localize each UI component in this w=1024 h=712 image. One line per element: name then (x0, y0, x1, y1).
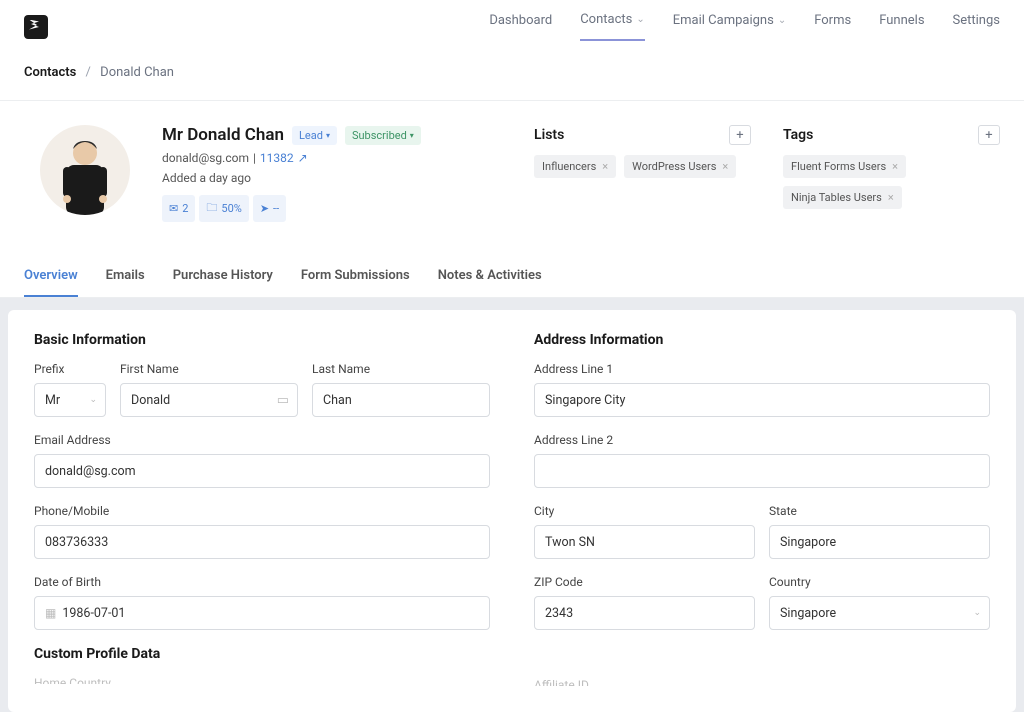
tab-purchase[interactable]: Purchase History (173, 268, 273, 297)
breadcrumb: Contacts / Donald Chan (0, 57, 1024, 101)
chevron-down-icon: ⌄ (778, 15, 786, 26)
chevron-down-icon: ⌄ (89, 395, 97, 405)
breadcrumb-current: Donald Chan (100, 65, 174, 80)
city-input[interactable]: Twon SN (534, 525, 755, 559)
contact-tabs: Overview Emails Purchase History Form Su… (0, 234, 1024, 298)
card-icon: ▭ (277, 393, 289, 408)
lists-title: Lists (534, 127, 564, 143)
list-chip[interactable]: WordPress Users× (624, 155, 736, 178)
caret-down-icon: ▾ (326, 131, 330, 140)
subscribed-badge[interactable]: Subscribed▾ (345, 126, 421, 145)
phone-label: Phone/Mobile (34, 504, 490, 518)
address1-label: Address Line 1 (534, 362, 990, 376)
prefix-label: Prefix (34, 362, 106, 376)
basic-info-title: Basic Information (34, 332, 490, 348)
tab-overview[interactable]: Overview (24, 268, 78, 297)
zip-input[interactable]: 2343 (534, 596, 755, 630)
nav-contacts[interactable]: Contacts ⌄ (580, 12, 645, 41)
tags-title: Tags (783, 127, 813, 143)
nav-campaigns-label: Email Campaigns (673, 13, 774, 28)
last-name-label: Last Name (312, 362, 490, 376)
contact-id[interactable]: 11382 (260, 151, 294, 165)
close-icon[interactable]: × (602, 160, 608, 173)
main-nav: Dashboard Contacts ⌄ Email Campaigns ⌄ For… (489, 12, 1000, 41)
last-name-input[interactable]: Chan (312, 383, 490, 417)
close-icon[interactable]: × (888, 191, 894, 204)
app-logo[interactable] (24, 15, 48, 39)
stat-open-rate[interactable]: 🗀50% (199, 195, 248, 222)
state-label: State (769, 504, 990, 518)
send-icon: ➤ (260, 202, 269, 215)
mail-icon: ✉ (169, 202, 178, 215)
chevron-down-icon: ⌄ (636, 14, 644, 25)
first-name-label: First Name (120, 362, 298, 376)
address-info-title: Address Information (534, 332, 990, 348)
first-name-input[interactable]: Donald▭ (120, 383, 298, 417)
tab-notes[interactable]: Notes & Activities (438, 268, 542, 297)
state-input[interactable]: Singapore (769, 525, 990, 559)
zip-label: ZIP Code (534, 575, 755, 589)
contact-email-text: donald@sg.com (162, 151, 249, 165)
add-list-button[interactable]: + (729, 125, 751, 145)
list-chip[interactable]: Influencers× (534, 155, 616, 178)
nav-campaigns[interactable]: Email Campaigns ⌄ (673, 12, 786, 41)
tab-forms[interactable]: Form Submissions (301, 268, 410, 297)
stat-send[interactable]: ➤-- (253, 195, 286, 222)
close-icon[interactable]: × (722, 160, 728, 173)
caret-down-icon: ▾ (410, 131, 414, 140)
address1-input[interactable]: Singapore City (534, 383, 990, 417)
country-select[interactable]: Singapore⌄ (769, 596, 990, 630)
breadcrumb-root[interactable]: Contacts (24, 65, 76, 80)
email-label: Email Address (34, 433, 490, 447)
address2-input[interactable] (534, 454, 990, 488)
add-tag-button[interactable]: + (978, 125, 1000, 145)
home-country-label: Home Country (34, 676, 490, 684)
breadcrumb-sep: / (86, 65, 91, 80)
nav-dashboard[interactable]: Dashboard (489, 12, 552, 41)
phone-input[interactable]: 083736333 (34, 525, 490, 559)
nav-contacts-label: Contacts (580, 12, 632, 27)
nav-forms[interactable]: Forms (814, 12, 851, 41)
lead-badge[interactable]: Lead▾ (292, 126, 337, 145)
tag-chip[interactable]: Ninja Tables Users× (783, 186, 902, 209)
email-input[interactable]: donald@sg.com (34, 454, 490, 488)
country-label: Country (769, 575, 990, 589)
affiliate-id-label: Affiliate ID (534, 678, 990, 686)
custom-profile-title: Custom Profile Data (34, 646, 490, 662)
dob-input[interactable]: ▦1986-07-01 (34, 596, 490, 630)
nav-settings[interactable]: Settings (953, 12, 1000, 41)
chevron-down-icon: ⌄ (973, 608, 981, 618)
added-text: Added a day ago (162, 171, 502, 185)
external-link-icon[interactable]: ↗ (298, 151, 308, 165)
tag-chip[interactable]: Fluent Forms Users× (783, 155, 906, 178)
close-icon[interactable]: × (892, 160, 898, 173)
avatar (40, 125, 130, 215)
dob-label: Date of Birth (34, 575, 490, 589)
city-label: City (534, 504, 755, 518)
nav-funnels[interactable]: Funnels (879, 12, 924, 41)
calendar-icon: ▦ (45, 606, 56, 620)
contact-name: Mr Donald Chan (162, 125, 284, 145)
prefix-select[interactable]: Mr⌄ (34, 383, 106, 417)
folder-icon: 🗀 (206, 199, 217, 218)
address2-label: Address Line 2 (534, 433, 990, 447)
tab-emails[interactable]: Emails (106, 268, 145, 297)
stat-emails[interactable]: ✉2 (162, 195, 195, 222)
